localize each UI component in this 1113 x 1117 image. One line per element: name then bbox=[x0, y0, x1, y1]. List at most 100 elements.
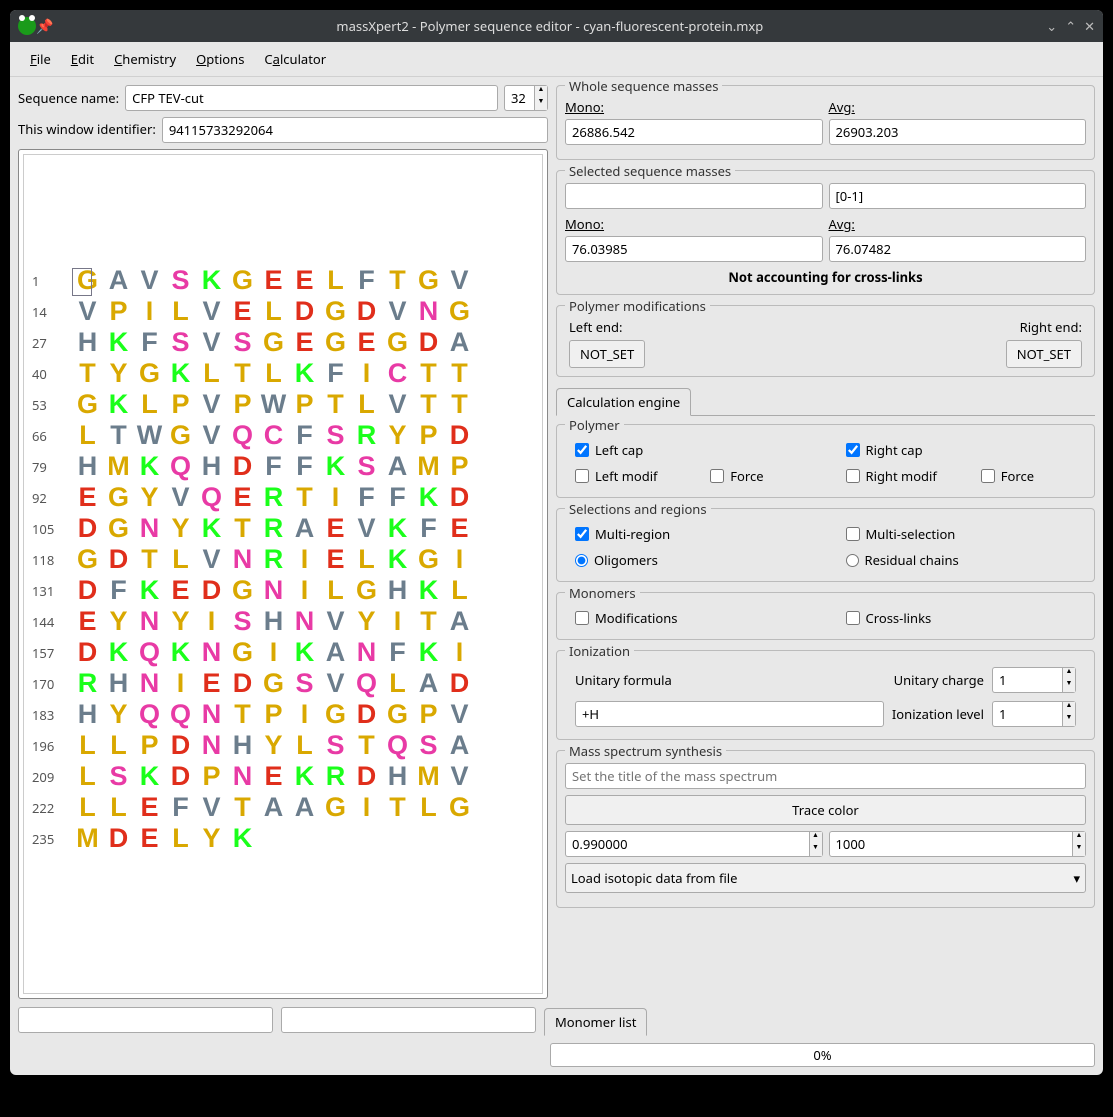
residue[interactable]: Y bbox=[382, 421, 413, 451]
residue[interactable]: L bbox=[165, 545, 196, 575]
sel-mono-input[interactable] bbox=[565, 236, 823, 262]
monomer-list-tab[interactable]: Monomer list bbox=[544, 1008, 647, 1036]
residue[interactable]: E bbox=[289, 266, 320, 296]
residue[interactable]: T bbox=[227, 793, 258, 823]
residue[interactable]: P bbox=[258, 700, 289, 730]
residue[interactable]: P bbox=[227, 390, 258, 420]
residue[interactable]: G bbox=[103, 483, 134, 513]
residue[interactable]: F bbox=[351, 266, 382, 296]
left-end-button[interactable]: NOT_SET bbox=[569, 340, 645, 368]
residue[interactable]: W bbox=[258, 390, 289, 420]
right-cap-checkbox[interactable] bbox=[846, 443, 860, 457]
residue[interactable]: T bbox=[103, 421, 134, 451]
residue[interactable]: K bbox=[227, 824, 258, 854]
residue[interactable]: G bbox=[227, 638, 258, 668]
residue[interactable]: K bbox=[382, 545, 413, 575]
multi-region-checkbox[interactable] bbox=[575, 527, 589, 541]
residue[interactable]: D bbox=[103, 545, 134, 575]
residue[interactable]: E bbox=[351, 328, 382, 358]
residue[interactable]: T bbox=[320, 390, 351, 420]
residue[interactable]: D bbox=[444, 483, 475, 513]
residue[interactable]: K bbox=[413, 638, 444, 668]
menu-options[interactable]: Options bbox=[186, 46, 254, 72]
residue[interactable]: P bbox=[165, 390, 196, 420]
residue[interactable]: N bbox=[134, 607, 165, 637]
residue[interactable]: I bbox=[444, 638, 475, 668]
residue[interactable]: P bbox=[103, 297, 134, 327]
residue[interactable]: V bbox=[444, 762, 475, 792]
residue[interactable]: T bbox=[413, 390, 444, 420]
residue[interactable]: G bbox=[227, 266, 258, 296]
left-modif-checkbox[interactable] bbox=[575, 469, 589, 483]
residue[interactable]: K bbox=[103, 390, 134, 420]
residue[interactable]: Q bbox=[351, 669, 382, 699]
residue[interactable]: T bbox=[227, 514, 258, 544]
residue[interactable]: S bbox=[227, 607, 258, 637]
residue[interactable]: A bbox=[289, 514, 320, 544]
residue[interactable]: G bbox=[382, 328, 413, 358]
residue[interactable]: A bbox=[444, 731, 475, 761]
residue[interactable]: H bbox=[103, 669, 134, 699]
residue[interactable]: V bbox=[444, 266, 475, 296]
residue[interactable]: I bbox=[351, 793, 382, 823]
mass-title-input[interactable] bbox=[565, 763, 1086, 789]
residue[interactable]: P bbox=[196, 762, 227, 792]
residue[interactable]: I bbox=[165, 669, 196, 699]
residue[interactable]: R bbox=[320, 762, 351, 792]
residue[interactable]: L bbox=[382, 669, 413, 699]
residue[interactable]: Y bbox=[165, 514, 196, 544]
residue[interactable]: A bbox=[444, 607, 475, 637]
residue[interactable]: G bbox=[258, 328, 289, 358]
minimize-icon[interactable]: ⌄ bbox=[1046, 17, 1057, 35]
residue[interactable]: G bbox=[351, 576, 382, 606]
residue[interactable]: Y bbox=[165, 607, 196, 637]
residue[interactable]: K bbox=[413, 483, 444, 513]
residue[interactable]: L bbox=[72, 793, 103, 823]
spin-down-icon[interactable]: ▼ bbox=[535, 98, 547, 110]
residue[interactable]: S bbox=[351, 452, 382, 482]
whole-mono-input[interactable] bbox=[565, 119, 823, 145]
residue[interactable]: D bbox=[444, 421, 475, 451]
residue[interactable]: A bbox=[258, 793, 289, 823]
residue[interactable]: G bbox=[320, 793, 351, 823]
pin-icon[interactable]: 📌 bbox=[36, 17, 53, 36]
residue[interactable]: H bbox=[72, 328, 103, 358]
force1-checkbox[interactable] bbox=[710, 469, 724, 483]
residue[interactable]: I bbox=[289, 576, 320, 606]
residue[interactable]: C bbox=[258, 421, 289, 451]
sequence-name-input[interactable] bbox=[125, 85, 498, 111]
residue[interactable]: L bbox=[72, 421, 103, 451]
residue[interactable]: Q bbox=[196, 483, 227, 513]
residue[interactable]: A bbox=[444, 328, 475, 358]
residue[interactable]: Y bbox=[134, 483, 165, 513]
residue[interactable]: V bbox=[72, 297, 103, 327]
residue[interactable]: E bbox=[134, 793, 165, 823]
residue[interactable]: G bbox=[258, 669, 289, 699]
residue[interactable]: L bbox=[196, 359, 227, 389]
residue[interactable]: K bbox=[103, 328, 134, 358]
residue[interactable]: P bbox=[413, 700, 444, 730]
residue[interactable]: H bbox=[227, 731, 258, 761]
points-input[interactable] bbox=[829, 831, 1073, 857]
residual-radio[interactable] bbox=[846, 554, 859, 567]
residue[interactable]: E bbox=[227, 483, 258, 513]
close-icon[interactable]: ✕ bbox=[1084, 17, 1095, 35]
residue[interactable]: E bbox=[320, 514, 351, 544]
residue[interactable]: V bbox=[165, 483, 196, 513]
ionization-level-input[interactable] bbox=[992, 701, 1062, 727]
residue[interactable]: G bbox=[165, 421, 196, 451]
residue[interactable]: G bbox=[134, 359, 165, 389]
calc-engine-tab-label[interactable]: Calculation engine bbox=[556, 388, 691, 416]
residue[interactable]: Q bbox=[134, 638, 165, 668]
residue[interactable]: F bbox=[289, 452, 320, 482]
residue[interactable]: Q bbox=[382, 731, 413, 761]
residue[interactable]: E bbox=[320, 545, 351, 575]
load-isotopic-dropdown[interactable]: Load isotopic data from file ▾ bbox=[565, 863, 1086, 893]
residue[interactable]: D bbox=[196, 576, 227, 606]
modifications-checkbox[interactable] bbox=[575, 611, 589, 625]
residue[interactable]: F bbox=[351, 483, 382, 513]
residue[interactable]: I bbox=[289, 700, 320, 730]
residue[interactable]: F bbox=[258, 452, 289, 482]
residue[interactable]: S bbox=[289, 669, 320, 699]
residue[interactable]: D bbox=[227, 452, 258, 482]
